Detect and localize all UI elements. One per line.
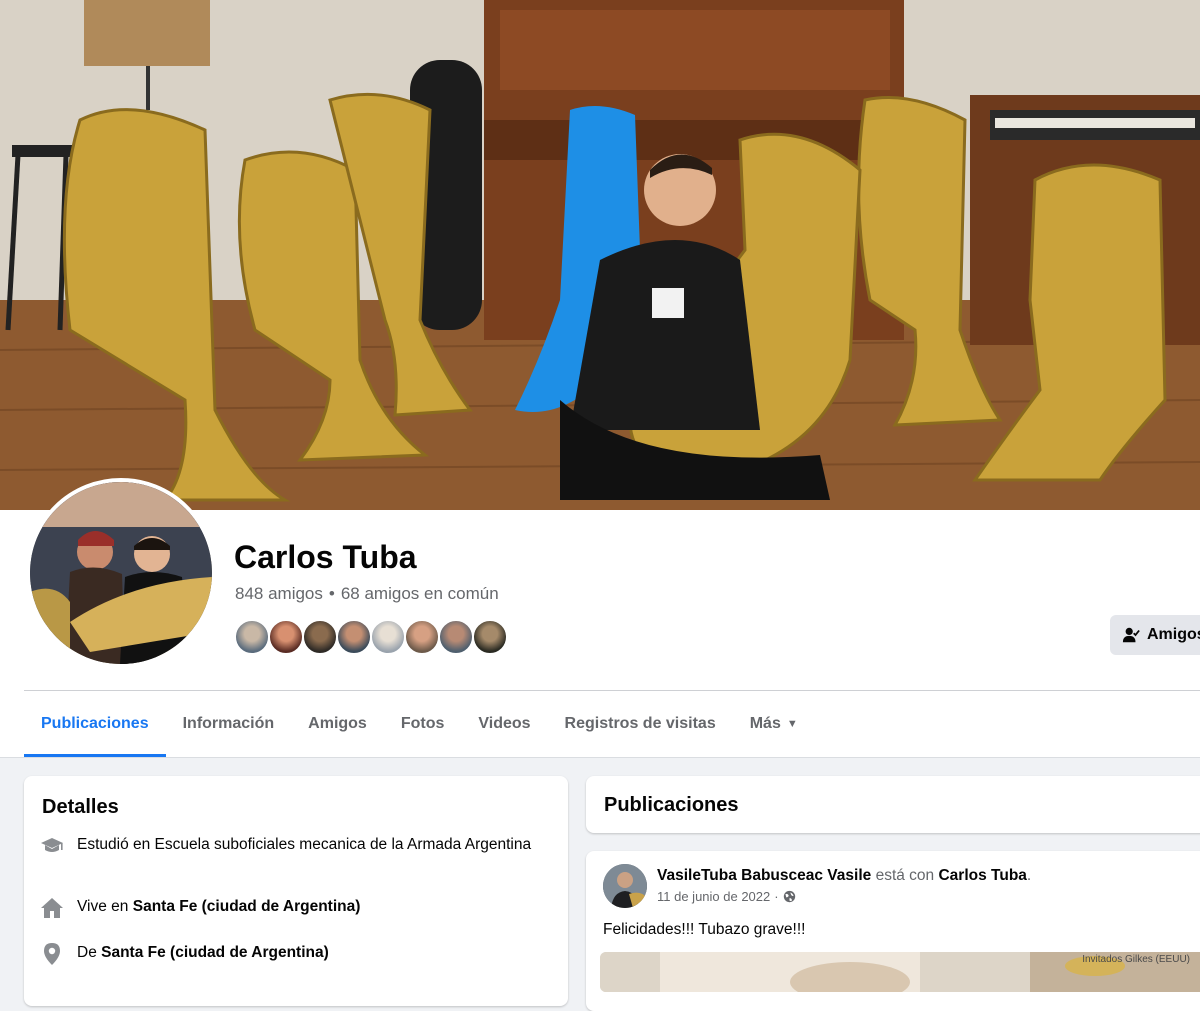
- tab-videos[interactable]: Videos: [461, 691, 547, 757]
- post-author-name[interactable]: VasileTuba Babusceac Vasile: [657, 867, 871, 884]
- location-pin-icon: [44, 943, 60, 965]
- home-icon: [41, 898, 63, 918]
- globe-icon[interactable]: [783, 890, 796, 903]
- post-date[interactable]: 11 de junio de 2022: [657, 889, 770, 904]
- tab-label: Fotos: [400, 715, 445, 732]
- cover-illustration: [0, 0, 1200, 510]
- post-avatar-illustration: [603, 864, 647, 908]
- caret-down-icon: ▼: [786, 718, 798, 730]
- detail-lives-in-prefix: Vive en: [77, 898, 133, 915]
- post-author-avatar[interactable]: [603, 864, 647, 908]
- separator-dot: •: [328, 584, 335, 603]
- detail-lives-in: Vive en Santa Fe (ciudad de Argentina): [40, 896, 550, 920]
- tab-fotos[interactable]: Fotos: [384, 691, 462, 757]
- post-meta: VasileTuba Babusceac Vasile está con Car…: [657, 865, 1031, 904]
- post-end-punct: .: [1026, 867, 1032, 884]
- profile-name: Carlos Tuba: [234, 539, 417, 575]
- header-bottom-border: [0, 757, 1200, 758]
- post-date-separator: ·: [774, 889, 779, 904]
- post-card: VasileTuba Babusceac Vasile está con Car…: [586, 851, 1200, 1011]
- tab-publicaciones[interactable]: Publicaciones: [24, 691, 166, 757]
- profile-tabs: Publicaciones Información Amigos Fotos V…: [24, 691, 815, 757]
- tab-label: Más: [749, 715, 781, 732]
- post-author-line: VasileTuba Babusceac Vasile está con Car…: [657, 865, 1031, 886]
- mutual-friend-avatar[interactable]: [234, 619, 270, 655]
- tab-label: Información: [182, 715, 275, 732]
- detail-education: Estudió en Escuela suboficiales mecanica…: [40, 834, 550, 858]
- tab-label: Amigos: [308, 715, 367, 732]
- posts-title: Publicaciones: [604, 794, 739, 816]
- friends-status-label: Amigos: [1147, 626, 1200, 643]
- post-tagged-name[interactable]: Carlos Tuba: [938, 867, 1026, 884]
- mutual-friend-avatar[interactable]: [370, 619, 406, 655]
- mutual-friend-avatar[interactable]: [268, 619, 304, 655]
- mutual-friend-avatar[interactable]: [438, 619, 474, 655]
- post-date-line: 11 de junio de 2022 ·: [657, 889, 1031, 904]
- avatar-illustration: [30, 482, 212, 664]
- tab-label: Publicaciones: [41, 715, 149, 732]
- mutual-friend-avatar[interactable]: [336, 619, 372, 655]
- friends-summary[interactable]: 848 amigos • 68 amigos en común: [235, 582, 499, 606]
- tab-amigos[interactable]: Amigos: [291, 691, 384, 757]
- detail-from: De Santa Fe (ciudad de Argentina): [40, 942, 550, 966]
- detail-lives-in-place[interactable]: Santa Fe (ciudad de Argentina): [133, 898, 361, 915]
- tab-label: Registros de visitas: [564, 715, 716, 732]
- tab-registros-de-visitas[interactable]: Registros de visitas: [548, 691, 733, 757]
- post-text: Felicidades!!! Tubazo grave!!!: [603, 921, 806, 938]
- mutual-friend-avatar[interactable]: [472, 619, 508, 655]
- mutual-friend-avatar[interactable]: [404, 619, 440, 655]
- detail-from-prefix: De: [77, 944, 102, 961]
- detail-from-place[interactable]: Santa Fe (ciudad de Argentina): [101, 944, 329, 961]
- tab-informacion[interactable]: Información: [166, 691, 292, 757]
- details-title: Detalles: [42, 796, 119, 818]
- graduation-cap-icon: [41, 838, 63, 852]
- post-media-image[interactable]: Invitados Gilkes (EEUU): [600, 952, 1200, 992]
- post-media-caption: Invitados Gilkes (EEUU): [1082, 954, 1190, 965]
- posts-header-card: Publicaciones: [586, 776, 1200, 833]
- mutual-friends-count[interactable]: 68 amigos en común: [341, 584, 499, 603]
- post-with-connector: está con: [871, 867, 939, 884]
- tab-label: Videos: [478, 715, 531, 732]
- details-card: Detalles Estudió en Escuela suboficiales…: [24, 776, 568, 1006]
- tab-mas[interactable]: Más ▼: [733, 691, 815, 757]
- detail-education-text: Estudió en Escuela suboficiales mecanica…: [77, 836, 532, 853]
- profile-avatar[interactable]: [26, 478, 216, 668]
- cover-photo[interactable]: [0, 0, 1200, 510]
- mutual-friends-avatars: [234, 619, 508, 655]
- friend-check-icon: [1122, 627, 1140, 643]
- friends-status-button[interactable]: Amigos: [1110, 615, 1200, 655]
- mutual-friend-avatar[interactable]: [302, 619, 338, 655]
- friends-count[interactable]: 848 amigos: [235, 584, 323, 603]
